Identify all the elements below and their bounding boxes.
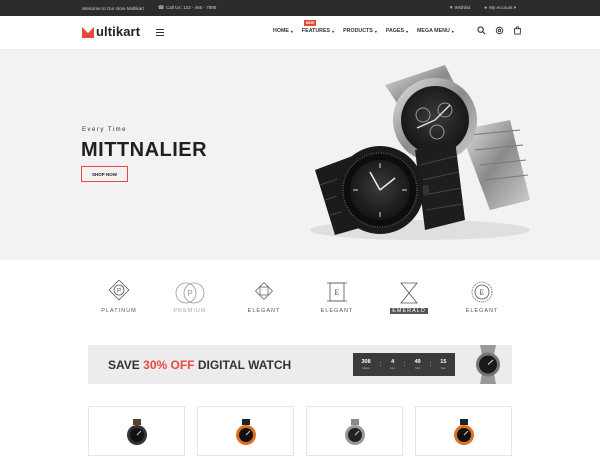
product-card[interactable] [415, 406, 512, 456]
top-bar: Welcome to Our store Multikart ☎ Call Us:… [0, 0, 600, 16]
product-card[interactable] [88, 406, 185, 456]
timer-minutes: 49 Min [415, 359, 421, 370]
chevron-down-icon: ▾ [290, 28, 293, 34]
svg-text:E: E [480, 288, 485, 297]
search-icon[interactable] [477, 26, 486, 35]
site-logo[interactable]: ultikart [81, 24, 140, 39]
brand-logo[interactable]: E ELEGANT [452, 280, 512, 314]
promo-prefix: SAVE [108, 358, 140, 372]
nav-label: HOME [273, 28, 289, 34]
hero-banner: Every Time MITTNALIER SHOP NOW [0, 50, 600, 260]
shop-now-button[interactable]: SHOP NOW [81, 166, 128, 182]
timer-separator: : [403, 361, 406, 368]
product-image [236, 419, 256, 445]
timer-label: Days [362, 366, 370, 370]
timer-value: 15 [440, 359, 447, 365]
nav-home[interactable]: HOME ▾ [273, 28, 293, 34]
timer-value: 308 [361, 359, 371, 365]
brand-name: PREMIUM [173, 308, 207, 314]
countdown-timer: 308 Days : 4 Hrs : 49 Min : 15 Sec [353, 353, 455, 376]
new-badge: NEW [303, 20, 317, 26]
promo-highlight: 30% OFF [143, 358, 195, 372]
brand-mark-icon: P [108, 280, 130, 301]
hero-title: MITTNALIER [81, 139, 208, 161]
promo-suffix: DIGITAL WATCH [197, 358, 292, 372]
nav-label: PAGES [385, 28, 404, 34]
nav-label: MEGA MENU [417, 28, 450, 34]
cart-icon[interactable] [513, 26, 522, 35]
brand-name: PLATINUM [101, 308, 137, 314]
timer-separator: : [429, 361, 432, 368]
nav-products[interactable]: PRODUCTS ▾ [343, 28, 377, 34]
account-label: My Account [489, 5, 513, 10]
chevron-down-icon: ▾ [374, 28, 377, 34]
wishlist-label: Wishlist [454, 5, 471, 10]
timer-value: 4 [391, 359, 395, 365]
nav-label: PRODUCTS [343, 28, 373, 34]
welcome-text: Welcome to Our store Multikart [82, 5, 144, 11]
logo-word: ultikart [96, 24, 141, 39]
product-card[interactable] [306, 406, 403, 456]
product-card[interactable] [197, 406, 294, 456]
brand-mark-icon [254, 281, 274, 301]
chevron-down-icon: ▾ [332, 28, 335, 34]
brand-mark-icon: P [175, 282, 205, 304]
svg-text:P: P [117, 289, 121, 295]
promo-banner[interactable]: SAVE 30% OFF DIGITAL WATCH 308 Days : 4 Hr… [88, 345, 512, 384]
brand-logo[interactable]: P PLATINUM [89, 280, 149, 314]
nav-mega-menu[interactable]: MEGA MENU ▾ [417, 28, 454, 34]
brand-name: ELEGANT [247, 308, 281, 314]
brand-name: EMERALD [390, 308, 428, 314]
brand-mark-icon [400, 282, 418, 304]
gear-icon[interactable] [495, 26, 504, 35]
product-cards-row [88, 406, 512, 456]
main-nav: HOME ▾ NEW FEATURES ▾ PRODUCTS ▾ PAGES ▾ MEGA… [273, 20, 454, 34]
nav-pages[interactable]: PAGES ▾ [386, 28, 408, 34]
chevron-down-icon: ▾ [513, 5, 516, 10]
nav-label: FEATURES [301, 28, 331, 34]
chevron-down-icon: ▾ [451, 28, 454, 34]
brand-mark-icon: E [327, 282, 347, 302]
svg-text:P: P [187, 289, 192, 298]
account-menu[interactable]: ● My Account ▾ [484, 5, 516, 11]
phone-text: Call Us: 123 - 456 - 7890 [166, 5, 217, 10]
brand-logo[interactable]: ELEGANT [234, 280, 294, 314]
phone-icon: ☎ [157, 5, 165, 11]
timer-seconds: 15 Sec [440, 359, 446, 370]
brand-logo[interactable]: P PREMIUM [160, 280, 220, 314]
chevron-down-icon: ▾ [406, 28, 409, 34]
brand-mark-icon: E [471, 281, 493, 303]
timer-label: Sec [440, 366, 446, 370]
svg-text:E: E [335, 288, 340, 297]
logo-mark-icon [82, 26, 94, 38]
timer-label: Min [415, 366, 421, 370]
wishlist-link[interactable]: ♥ Wishlist [450, 5, 470, 11]
main-header: ultikart HOME ▾ NEW FEATURES ▾ PRODUCTS ▾ PA… [0, 16, 600, 50]
heart-icon: ♥ [449, 5, 453, 11]
hero-eyebrow: Every Time [82, 127, 128, 133]
hamburger-icon[interactable] [156, 29, 164, 36]
promo-watch-image [476, 345, 500, 384]
timer-hours: 4 Hrs [390, 359, 395, 370]
hero-watches-image [310, 65, 530, 240]
user-icon: ● [484, 5, 488, 11]
brand-logo[interactable]: E ELEGANT [307, 280, 367, 314]
product-image [127, 419, 147, 445]
phone-info: ☎ Call Us: 123 - 456 - 7890 [158, 5, 216, 11]
timer-separator: : [379, 361, 382, 368]
product-image [345, 419, 365, 445]
brand-logos-row: P PLATINUM P PREMIUM ELEGANT E ELEGANT E… [0, 280, 600, 330]
promo-text: SAVE 30% OFF DIGITAL WATCH [108, 358, 291, 372]
product-image [454, 419, 474, 445]
timer-label: Hrs [390, 366, 395, 370]
timer-days: 308 Days [361, 359, 370, 370]
timer-value: 49 [414, 359, 421, 365]
brand-name: ELEGANT [465, 308, 499, 314]
nav-features[interactable]: NEW FEATURES ▾ [301, 20, 335, 34]
brand-logo[interactable]: EMERALD [379, 280, 439, 314]
brand-name: ELEGANT [320, 308, 354, 314]
